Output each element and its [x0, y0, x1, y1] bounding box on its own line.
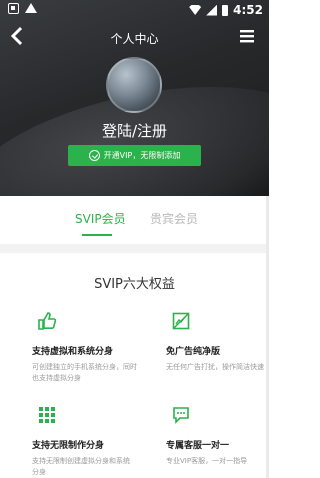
check-circle-icon	[88, 150, 100, 161]
benefit-card-unlimited: 支持无限制作分身 支持无限制创建虚拟分身和系统分身	[32, 406, 144, 476]
section-divider	[0, 244, 269, 253]
active-tab-indicator	[82, 234, 112, 236]
battery-icon	[222, 4, 229, 16]
menu-icon	[240, 30, 254, 43]
benefit-title: 支持无限制作分身	[32, 441, 105, 451]
chat-icon	[173, 407, 189, 424]
benefit-card-support: 专属客服一对一 专业VIP客服，一对一指导	[166, 406, 266, 476]
benefit-title: 支持虚拟和系统分身	[32, 347, 114, 357]
avatar[interactable]	[106, 57, 162, 113]
tab-vip[interactable]: 贵宾会员	[150, 210, 198, 227]
thumbs-up-icon	[38, 312, 56, 330]
notification-icon	[8, 3, 19, 14]
benefit-card-virtual-system: 支持虚拟和系统分身 可创建独立的手机系统分身，同时也支持虚拟分身	[32, 312, 144, 382]
benefits-title: SVIP六大权益	[94, 277, 175, 292]
tab-svip[interactable]: SVIP会员	[75, 210, 126, 227]
login-register-link[interactable]: 登陆/注册	[0, 120, 269, 141]
header-banner: 4:52 个人中心 登陆/注册 开通VIP，无限制添加	[0, 0, 269, 196]
warning-icon	[25, 3, 37, 13]
scrollbar[interactable]	[266, 196, 269, 478]
top-nav: 个人中心	[0, 24, 269, 52]
membership-tabs: SVIP会员 贵宾会员	[0, 196, 269, 240]
menu-button[interactable]	[239, 28, 255, 44]
no-ads-icon	[172, 312, 190, 330]
wifi-icon	[189, 5, 202, 15]
benefit-card-no-ads: 免广告纯净版 无任何广告打扰，操作简洁快速	[166, 312, 266, 382]
signal-icon	[206, 4, 218, 16]
benefit-desc: 支持无限制创建虚拟分身和系统分身	[32, 457, 130, 476]
benefit-title: 免广告纯净版	[166, 347, 221, 357]
benefit-title: 专属客服一对一	[166, 441, 230, 451]
status-bar: 4:52	[0, 0, 269, 20]
grid-icon	[39, 407, 55, 423]
benefit-desc: 可创建独立的手机系统分身，同时也支持虚拟分身	[32, 363, 137, 382]
benefit-desc: 无任何广告打扰，操作简洁快速	[166, 363, 264, 371]
page-title: 个人中心	[110, 32, 159, 46]
open-vip-button[interactable]: 开通VIP，无限制添加	[68, 145, 201, 166]
open-vip-label: 开通VIP，无限制添加	[103, 151, 181, 160]
status-time: 4:52	[233, 3, 263, 17]
benefit-desc: 专业VIP客服，一对一指导	[166, 457, 248, 465]
